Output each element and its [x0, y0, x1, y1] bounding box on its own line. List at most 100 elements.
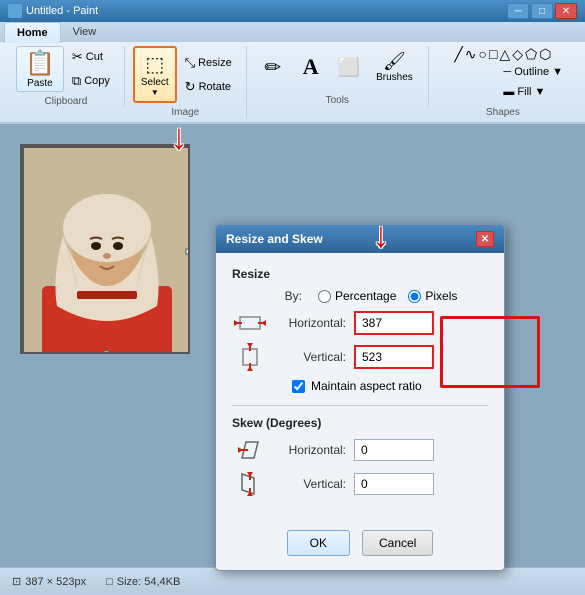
horizontal-resize-row: Horizontal:	[232, 311, 488, 335]
status-bar: ⊡ 387 × 523px □ Size: 54,4KB	[0, 567, 585, 595]
skew-horizontal-input[interactable]	[354, 439, 434, 461]
title-bar: Untitled - Paint ─ □ ✕	[0, 0, 585, 22]
image-label: Image	[171, 103, 199, 118]
oval-shape[interactable]: ○	[479, 46, 487, 63]
select-button[interactable]: ⬚ Select ▼	[133, 46, 177, 103]
dialog-body: Resize By: Percentage Pixels	[216, 253, 504, 520]
eraser-icon: ⬜	[338, 57, 360, 78]
copy-button[interactable]: ⧉ Copy	[66, 70, 116, 92]
vertical-label: Vertical:	[276, 350, 346, 364]
app-title: Untitled - Paint	[26, 5, 98, 17]
horizontal-resize-icon	[234, 313, 266, 333]
clipboard-group: 📋 Paste ✂ Cut ⧉ Copy Clipboard	[8, 46, 125, 107]
skew-vertical-input[interactable]	[354, 473, 434, 495]
paste-label: Paste	[27, 78, 53, 89]
horizontal-input[interactable]	[354, 311, 434, 335]
cut-icon: ✂	[72, 49, 83, 65]
paste-button[interactable]: 📋 Paste	[16, 46, 64, 92]
percentage-radio-label[interactable]: Percentage	[318, 289, 396, 303]
vertical-resize-icon	[234, 343, 266, 371]
canvas-image	[20, 144, 190, 354]
cancel-button[interactable]: Cancel	[362, 530, 433, 556]
fill-icon: ▬	[503, 86, 514, 98]
ribbon-tabs: Home View	[0, 22, 585, 42]
skew-horizontal-icon	[234, 438, 266, 462]
ok-button[interactable]: OK	[287, 530, 350, 556]
resize-button[interactable]: ⤡ Resize	[179, 52, 238, 74]
tab-home[interactable]: Home	[4, 22, 61, 43]
outline-button[interactable]: ─ Outline ▼	[497, 63, 569, 81]
copy-label: Copy	[84, 75, 110, 87]
hexagon-shape[interactable]: ⬡	[539, 46, 551, 63]
skew-vertical-icon-col	[232, 470, 268, 498]
rotate-label: Rotate	[199, 81, 231, 93]
curve-shape[interactable]: ∿	[465, 46, 477, 63]
rotate-icon: ↻	[185, 79, 196, 95]
text-icon: A	[303, 54, 319, 80]
skew-vertical-row: Vertical:	[232, 470, 488, 498]
shapes-buttons: ╱ ∿ ○ □ △ ◇ ⬠ ⬡	[454, 46, 551, 63]
window-controls: ─ □ ✕	[507, 3, 577, 19]
triangle-shape[interactable]: △	[499, 46, 510, 63]
clipboard-buttons: 📋 Paste ✂ Cut ⧉ Copy	[16, 46, 116, 92]
dimensions-text: 387 × 523px	[25, 576, 86, 588]
fill-button[interactable]: ▬ Fill ▼	[497, 83, 569, 101]
vertical-resize-icon-col	[232, 343, 268, 371]
brushes-label: Brushes	[376, 72, 413, 83]
ribbon-content: 📋 Paste ✂ Cut ⧉ Copy Clipboard	[0, 42, 585, 122]
tools-group: ✏ A ⬜ 🖌 Brushes Tools	[247, 46, 429, 106]
resize-rotate-buttons: ⤡ Resize ↻ Rotate	[179, 52, 238, 98]
cut-copy-buttons: ✂ Cut ⧉ Copy	[66, 46, 116, 92]
pixels-radio-label[interactable]: Pixels	[408, 289, 457, 303]
dimensions-icon: ⊡	[12, 575, 21, 588]
skew-vertical-icon	[234, 470, 266, 498]
aspect-ratio-row: Maintain aspect ratio	[292, 379, 488, 393]
image-buttons: ⬚ Select ▼ ⤡ Resize ↻ Rotate	[133, 46, 238, 103]
maintain-aspect-checkbox[interactable]	[292, 380, 305, 393]
tab-view[interactable]: View	[61, 22, 109, 42]
outline-icon: ─	[503, 66, 511, 78]
diamond-shape[interactable]: ◇	[512, 46, 523, 63]
image-group: ⬚ Select ▼ ⤡ Resize ↻ Rotate Image	[125, 46, 247, 118]
minimize-button[interactable]: ─	[507, 3, 529, 19]
select-dropdown-icon: ▼	[151, 88, 159, 97]
main-area: ↓ ↓ Resize and Skew ✕ Resize By: Percent…	[0, 124, 585, 567]
pentagon-shape[interactable]: ⬠	[525, 46, 537, 63]
shapes-group: ╱ ∿ ○ □ △ ◇ ⬠ ⬡ ─ Outline ▼ ▬ Fill ▼ Sha…	[429, 46, 577, 118]
cut-button[interactable]: ✂ Cut	[66, 46, 116, 68]
eraser-button[interactable]: ⬜	[331, 52, 367, 83]
skew-horizontal-row: Horizontal:	[232, 438, 488, 462]
horizontal-resize-icon-col	[232, 313, 268, 333]
vertical-input[interactable]	[354, 345, 434, 369]
by-row: By: Percentage Pixels	[232, 289, 488, 303]
tools-buttons: ✏ A ⬜ 🖌 Brushes	[255, 46, 420, 88]
line-shape[interactable]: ╱	[454, 46, 462, 63]
close-button[interactable]: ✕	[555, 3, 577, 19]
copy-icon: ⧉	[72, 73, 81, 89]
by-label: By:	[232, 289, 302, 303]
rotate-button[interactable]: ↻ Rotate	[179, 76, 238, 98]
cut-label: Cut	[86, 51, 103, 63]
status-size: □ Size: 54,4KB	[106, 576, 180, 588]
brushes-button[interactable]: 🖌 Brushes	[369, 46, 420, 88]
rect-shape[interactable]: □	[489, 46, 497, 63]
maintain-aspect-label: Maintain aspect ratio	[311, 379, 422, 393]
dialog-close-button[interactable]: ✕	[476, 231, 494, 247]
percentage-radio[interactable]	[318, 290, 331, 303]
pencil-button[interactable]: ✏	[255, 50, 291, 85]
resize-section-title: Resize	[232, 267, 488, 281]
resize-radio-group: Percentage Pixels	[318, 289, 457, 303]
tools-label: Tools	[326, 91, 349, 106]
skew-section-title: Skew (Degrees)	[232, 416, 488, 430]
resize-dialog[interactable]: Resize and Skew ✕ Resize By: Percentage …	[215, 224, 505, 571]
maximize-button[interactable]: □	[531, 3, 553, 19]
dialog-title-bar: Resize and Skew ✕	[216, 225, 504, 253]
outline-fill-buttons: ─ Outline ▼ ▬ Fill ▼	[497, 63, 569, 101]
text-button[interactable]: A	[293, 49, 329, 85]
vertical-resize-row: Vertical:	[232, 343, 488, 371]
pixels-radio[interactable]	[408, 290, 421, 303]
brushes-icon: 🖌	[383, 51, 406, 72]
app-icon	[8, 4, 22, 18]
pixels-label: Pixels	[425, 289, 457, 303]
percentage-label: Percentage	[335, 289, 396, 303]
